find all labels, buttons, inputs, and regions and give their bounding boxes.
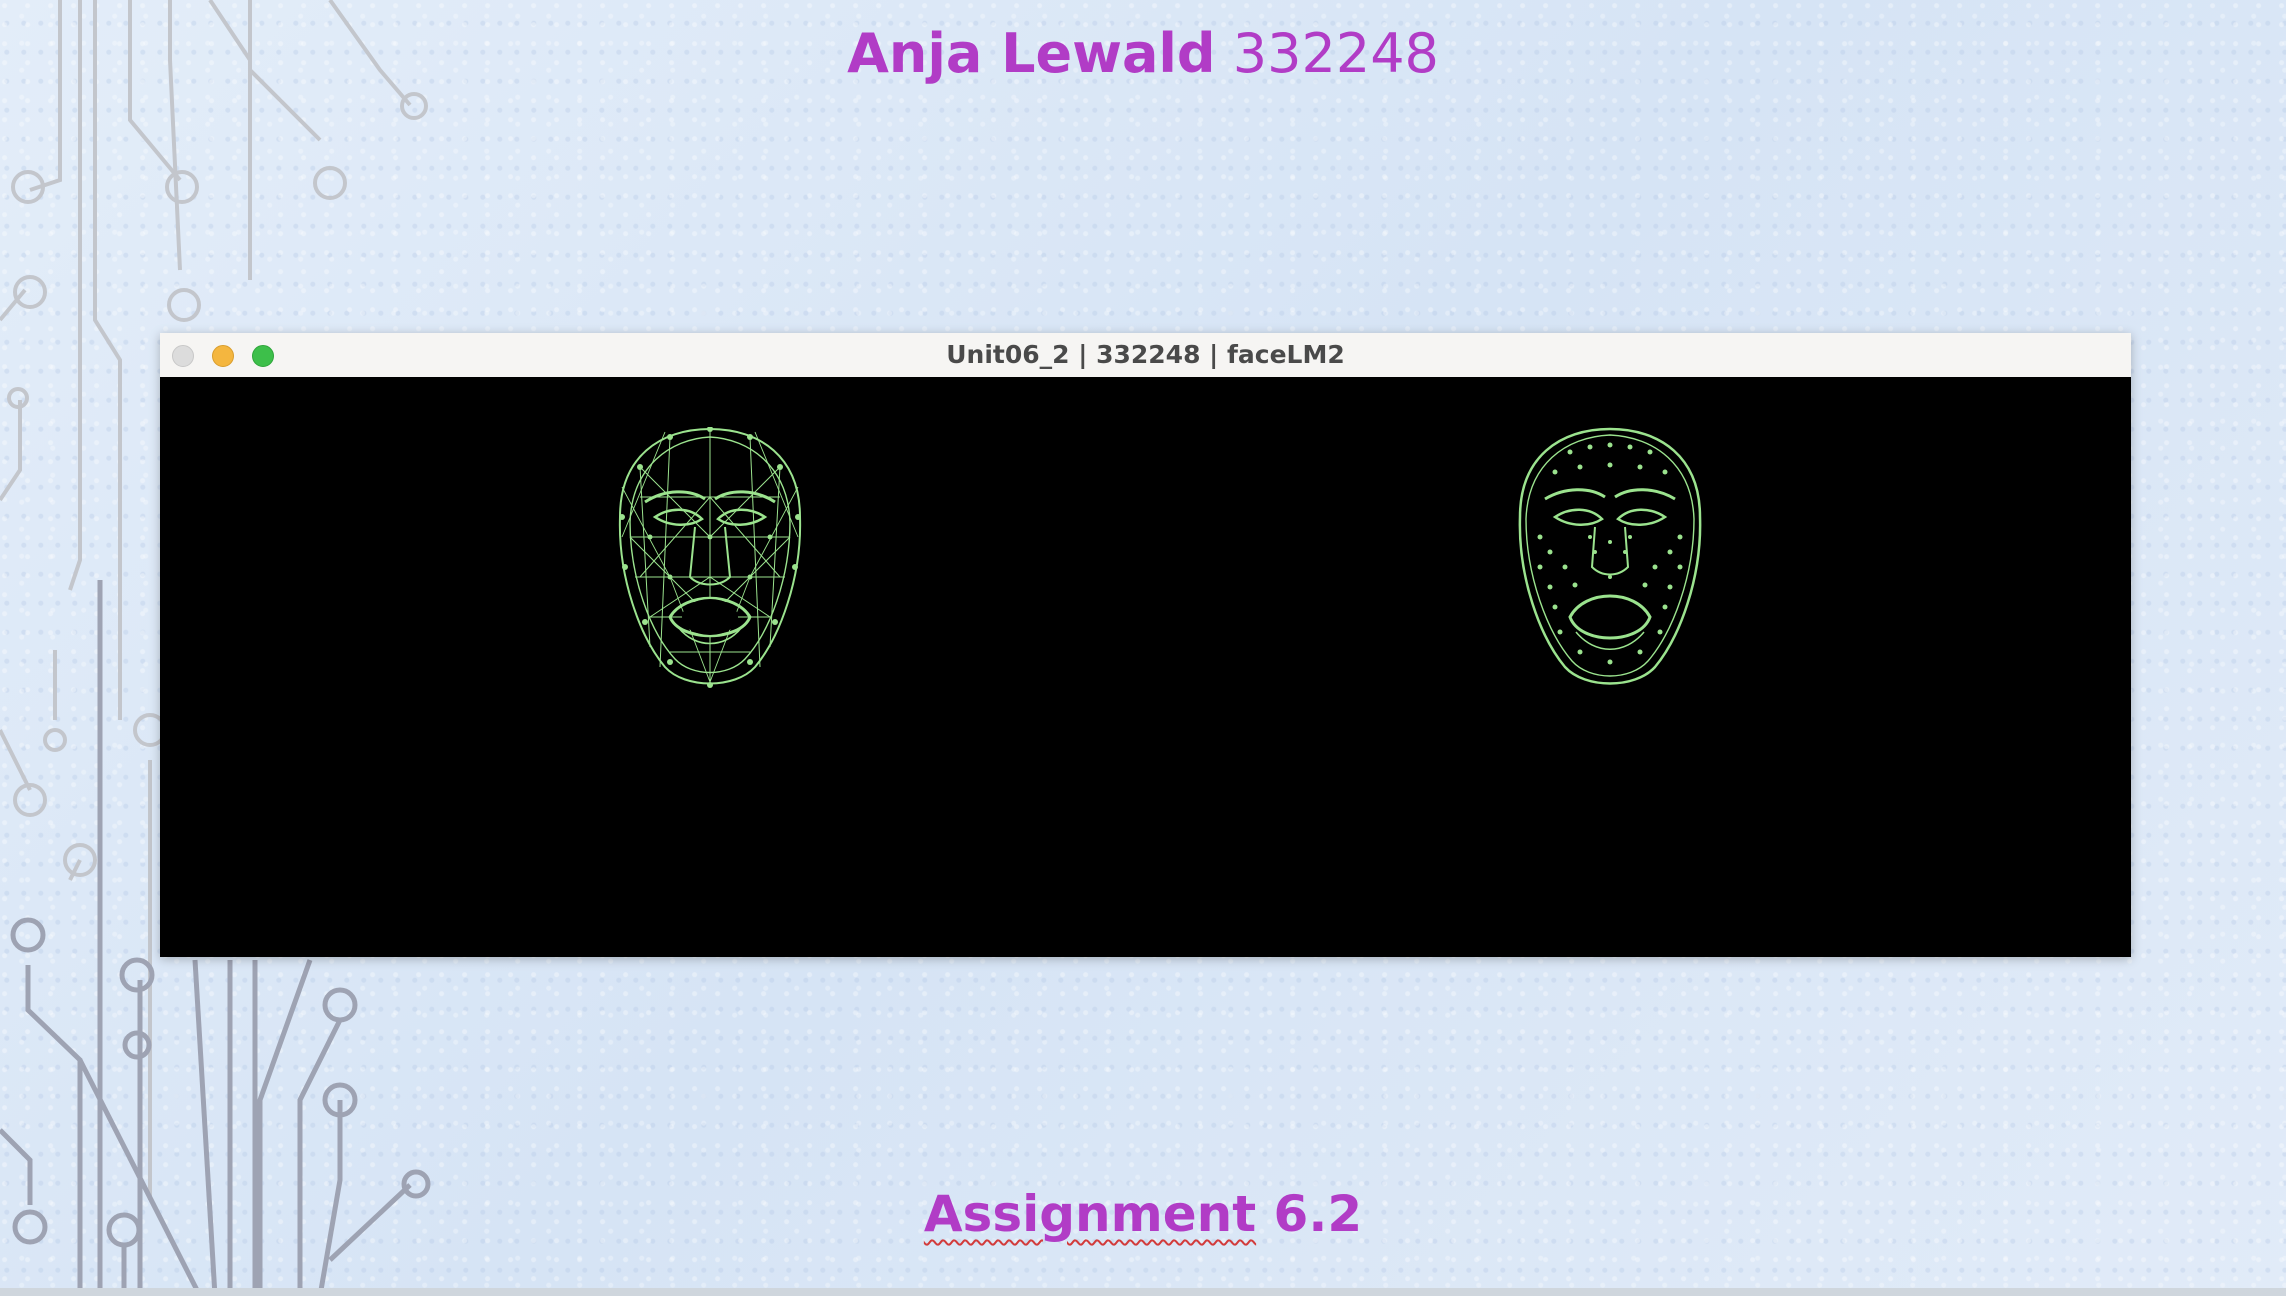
sketch-canvas[interactable] (160, 377, 2131, 957)
processing-app-window[interactable]: Unit06_2 | 332248 | faceLM2 (160, 333, 2131, 957)
author-name: Anja Lewald (847, 22, 1216, 85)
face-mesh-outline-points (1518, 427, 1702, 685)
assignment-word: Assignment (923, 1185, 1257, 1243)
student-number: 332248 (1232, 22, 1439, 85)
bottom-strip (0, 1288, 2286, 1296)
window-title: Unit06_2 | 332248 | faceLM2 (946, 340, 1345, 369)
window-title-bar[interactable]: Unit06_2 | 332248 | faceLM2 (160, 333, 2131, 378)
slide-title: Anja Lewald 332248 (0, 22, 2286, 85)
face-mesh-triangulated (618, 427, 802, 688)
assignment-label: Assignment 6.2 (0, 1185, 2286, 1243)
assignment-number: 6.2 (1273, 1185, 1363, 1243)
